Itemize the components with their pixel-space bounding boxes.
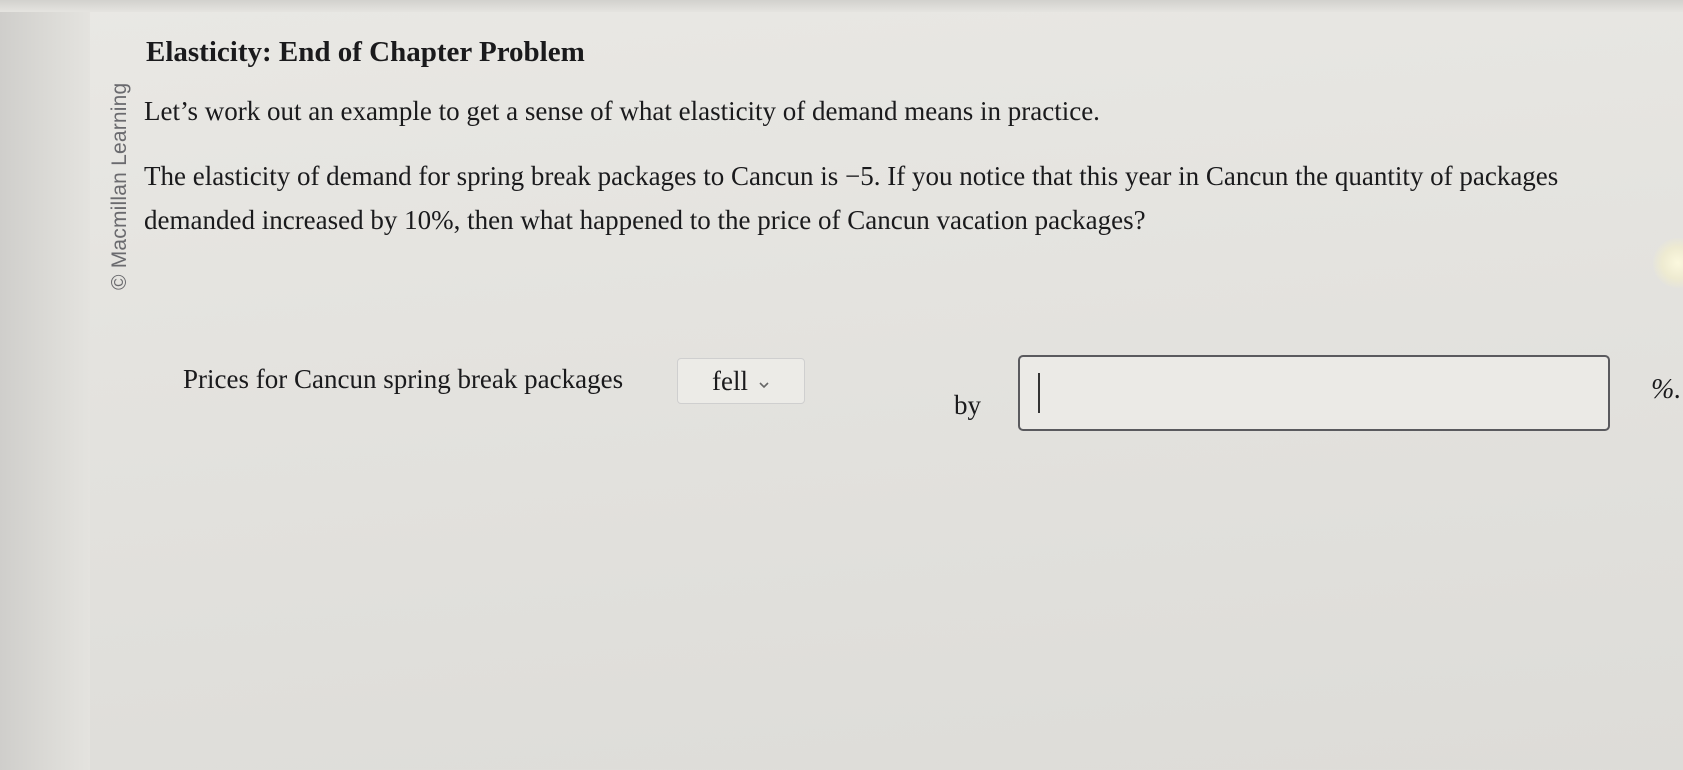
chevron-down-icon bbox=[759, 382, 769, 389]
percent-suffix: %. bbox=[1651, 374, 1682, 405]
screen-glare bbox=[1653, 238, 1683, 288]
problem-intro: Let’s work out an example to get a sense… bbox=[144, 96, 1100, 126]
direction-dropdown-value: fell bbox=[712, 365, 748, 396]
problem-title: Elasticity: End of Chapter Problem bbox=[146, 36, 585, 68]
screen-top-edge bbox=[0, 0, 1683, 12]
problem-question: The elasticity of demand for spring brea… bbox=[144, 161, 1559, 235]
answer-prefix-label: Prices for Cancun spring break packages bbox=[183, 364, 624, 394]
percent-change-input[interactable] bbox=[1018, 355, 1610, 431]
by-label: by bbox=[954, 390, 981, 420]
text-caret bbox=[1038, 373, 1040, 413]
screen-left-edge bbox=[0, 0, 90, 770]
direction-dropdown[interactable]: fell bbox=[677, 358, 805, 404]
copyright-watermark: © Macmillan Learning bbox=[108, 82, 131, 290]
